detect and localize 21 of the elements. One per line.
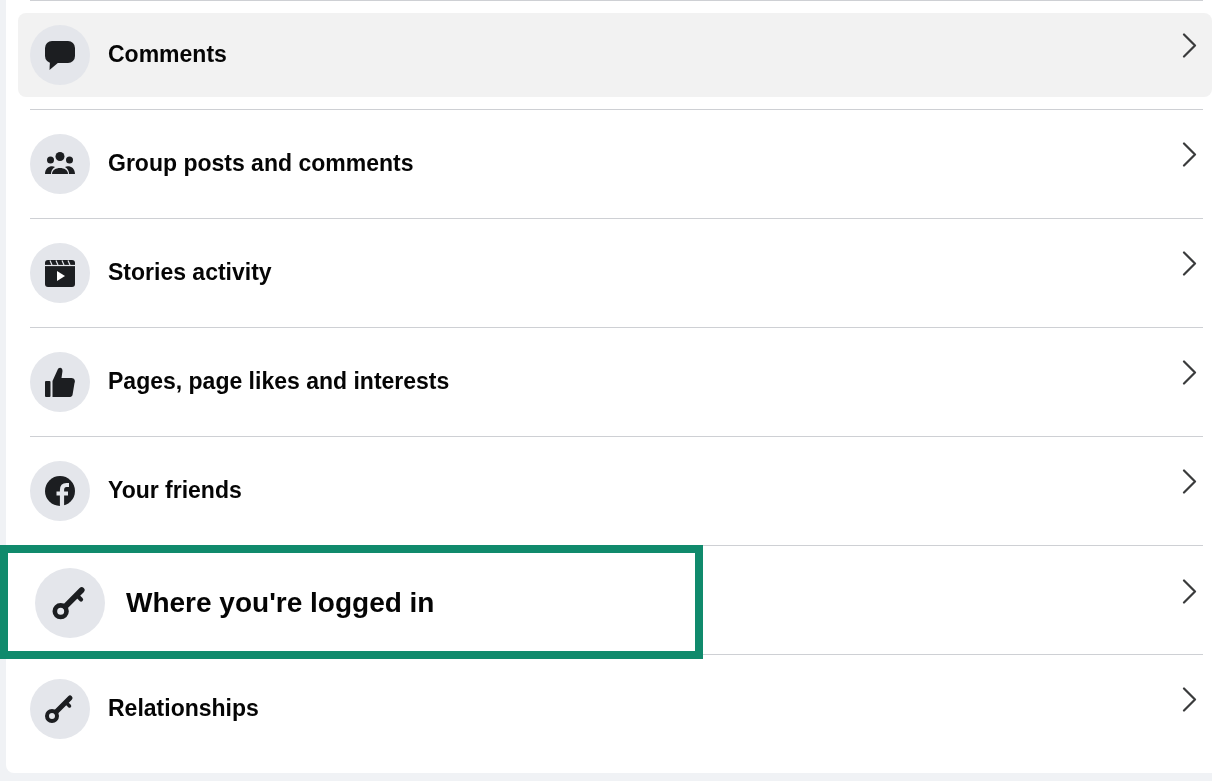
chevron-right-icon — [1182, 579, 1197, 604]
chevron-right-icon — [1182, 469, 1197, 494]
thumbs-up-icon — [30, 352, 90, 412]
people-group-icon — [30, 134, 90, 194]
circle-logo-icon — [30, 461, 90, 521]
settings-list-item[interactable]: Relationships — [18, 667, 1212, 751]
settings-list-item[interactable]: Group posts and comments — [18, 122, 1212, 206]
chevron-right-icon — [1182, 687, 1197, 712]
settings-list-item[interactable]: Comments — [18, 13, 1212, 97]
key-icon — [30, 679, 90, 739]
chevron-right-icon — [1182, 251, 1197, 276]
film-play-icon — [30, 243, 90, 303]
settings-list-item[interactable]: Pages, page likes and interests — [18, 340, 1212, 424]
settings-list-item[interactable]: Where you're logged in — [18, 558, 1212, 642]
key-icon — [35, 568, 105, 638]
settings-list-item[interactable]: Your friends — [18, 449, 1212, 533]
settings-list-item[interactable]: Stories activity — [18, 231, 1212, 315]
speech-bubble-icon — [30, 25, 90, 85]
chevron-right-icon — [1182, 142, 1197, 167]
chevron-right-icon — [1182, 33, 1197, 58]
chevron-right-icon — [1182, 360, 1197, 385]
